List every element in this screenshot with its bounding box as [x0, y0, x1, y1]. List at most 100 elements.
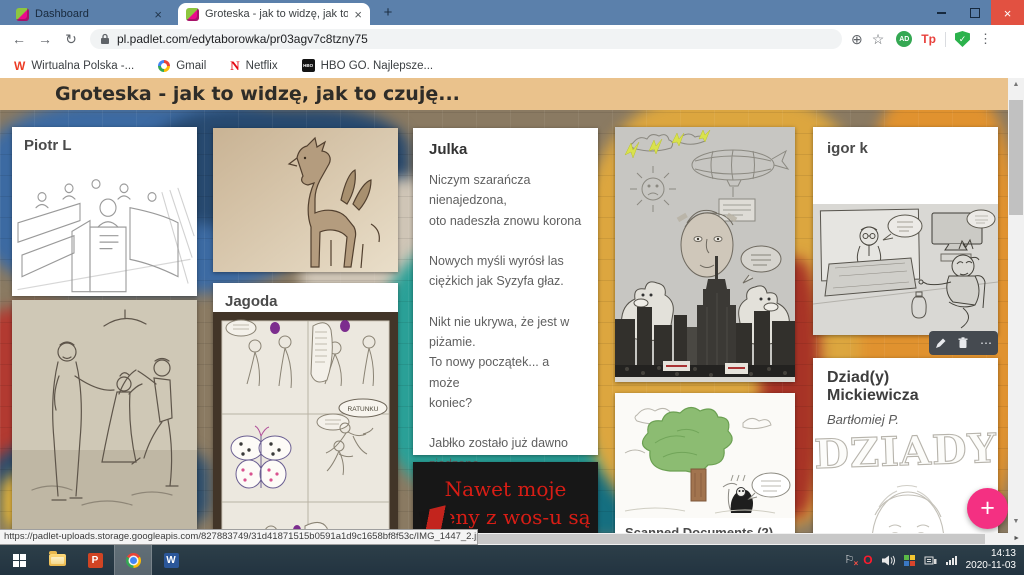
- bookmark-hbo-go[interactable]: HBO HBO GO. Najlepsze...: [302, 59, 433, 72]
- send-to-devices-icon[interactable]: ⊕: [851, 31, 863, 48]
- bookmark-label: Wirtualna Polska -...: [31, 60, 134, 72]
- classroom-cartoon-image: [813, 204, 998, 335]
- system-tray: ⚐× O 14:13 2020-11-03: [844, 548, 1024, 573]
- tab-dashboard[interactable]: Dashboard ×: [8, 3, 170, 25]
- address-bar[interactable]: pl.padlet.com/edytaborowka/pr03agv7c8tzn…: [90, 29, 842, 49]
- restore-icon: [970, 8, 980, 18]
- adblock-extension-icon[interactable]: AD: [896, 31, 912, 47]
- padlet-page: Groteska - jak to widzę, jak to czuję...…: [0, 78, 1008, 533]
- bookmark-star-icon[interactable]: ☆: [872, 31, 885, 48]
- scroll-up-arrow-icon[interactable]: ▲: [1008, 78, 1024, 92]
- toolbar-divider: [945, 32, 946, 47]
- wall-title: Groteska - jak to widzę, jak to czuję...: [55, 83, 460, 105]
- lock-icon: [100, 33, 110, 45]
- bookmark-wirtualna-polska[interactable]: W Wirtualna Polska -...: [14, 59, 134, 73]
- post-jagoda[interactable]: Jagoda: [213, 283, 398, 533]
- minimize-icon: [937, 12, 946, 14]
- url-text: pl.padlet.com/edytaborowka/pr03agv7c8tzn…: [117, 32, 368, 46]
- opera-tray-icon[interactable]: O: [863, 554, 872, 566]
- folder-icon: [49, 554, 66, 566]
- device-tray-icon[interactable]: [924, 555, 937, 566]
- add-post-button[interactable]: +: [967, 488, 1008, 529]
- post-igor[interactable]: igor k: [813, 127, 998, 335]
- hbo-favicon: HBO: [302, 59, 315, 72]
- back-button[interactable]: ←: [6, 31, 32, 47]
- post-title: Jagoda: [213, 283, 398, 312]
- post-title: Scanned Documents (2): [615, 518, 795, 533]
- browser-tab-strip: Dashboard × Groteska - jak to widzę, jak…: [0, 0, 1024, 25]
- tp-extension-icon[interactable]: Tp: [921, 32, 936, 46]
- desktop: Dashboard × Groteska - jak to widzę, jak…: [0, 0, 1024, 575]
- post-scanned-documents[interactable]: Scanned Documents (2): [615, 393, 795, 533]
- google-favicon: [158, 60, 170, 72]
- tree-drawing-image: [615, 393, 795, 518]
- app-grid-tray-icon[interactable]: [904, 555, 915, 566]
- bookmarks-bar: W Wirtualna Polska -... Gmail N Netflix …: [0, 53, 1024, 78]
- forward-button[interactable]: →: [32, 31, 58, 47]
- tab-label: Groteska - jak to widzę, jak to czu: [205, 8, 348, 20]
- tab-label: Dashboard: [35, 8, 148, 20]
- window-close-button[interactable]: ×: [991, 0, 1024, 26]
- bookmark-label: Gmail: [176, 60, 206, 72]
- post-title: Piotr L: [12, 127, 197, 156]
- clock-time: 14:13: [966, 548, 1016, 561]
- padlet-favicon: [186, 8, 199, 21]
- link-status-bar: https://padlet-uploads.storage.googleapi…: [0, 529, 478, 545]
- chrome-button[interactable]: [114, 545, 152, 575]
- scroll-right-arrow-icon[interactable]: ►: [1013, 533, 1020, 545]
- speaker-icon[interactable]: [882, 555, 895, 566]
- post-action-toolbar: ⋯: [929, 331, 998, 355]
- tab-groteska[interactable]: Groteska - jak to widzę, jak to czu ×: [178, 3, 370, 25]
- powerpoint-button[interactable]: P: [76, 545, 114, 575]
- post-piotr[interactable]: Piotr L: [12, 127, 197, 296]
- bookmark-label: Netflix: [246, 60, 278, 72]
- warsaw-collage-image: [615, 127, 795, 382]
- reload-button[interactable]: ↻: [58, 31, 84, 48]
- post-creature[interactable]: [213, 128, 398, 272]
- close-tab-icon[interactable]: ×: [354, 8, 362, 21]
- dancers-sketch-image: [12, 300, 197, 533]
- taskbar-clock[interactable]: 14:13 2020-11-03: [966, 548, 1016, 573]
- parliament-sketch-image: [12, 156, 197, 296]
- browser-toolbar: ← → ↻ pl.padlet.com/edytaborowka/pr03agv…: [0, 25, 1024, 53]
- post-dancers[interactable]: [12, 300, 197, 533]
- wall-header: Groteska - jak to widzę, jak to czuję...: [0, 78, 1008, 110]
- word-icon: W: [164, 553, 179, 568]
- window-minimize-button[interactable]: [925, 0, 958, 26]
- post-warsaw-collage[interactable]: [615, 127, 795, 382]
- file-explorer-button[interactable]: [38, 545, 76, 575]
- windows-logo-icon: [13, 554, 26, 567]
- close-tab-icon[interactable]: ×: [154, 8, 162, 21]
- ratunku-bubble-text: RATUNKU: [348, 406, 379, 413]
- start-button[interactable]: [0, 545, 38, 575]
- dziady-lettering: DZIADY: [813, 427, 997, 478]
- bookmark-label: HBO GO. Najlepsze...: [321, 60, 433, 72]
- chrome-menu-icon[interactable]: ⋮: [979, 31, 992, 47]
- post-title: Dziad(y) Mickiewicza: [813, 358, 998, 405]
- vertical-scrollbar[interactable]: ▲ ▼: [1008, 78, 1024, 533]
- window-restore-button[interactable]: [958, 0, 991, 26]
- security-shield-icon[interactable]: ✓: [955, 31, 970, 47]
- post-julka[interactable]: Julka Niczym szarańcza nienajedzona, oto…: [413, 128, 598, 455]
- post-meme[interactable]: Nawet moje oceny z wos-u są: [413, 462, 598, 533]
- windows-taskbar: P W ⚐× O: [0, 545, 1024, 575]
- post-title: Julka: [429, 141, 582, 158]
- bookmark-gmail[interactable]: Gmail: [158, 60, 206, 72]
- vertical-scrollbar-thumb[interactable]: [1009, 100, 1023, 215]
- delete-trash-icon[interactable]: [958, 337, 968, 349]
- more-options-icon[interactable]: ⋯: [980, 337, 992, 349]
- post-author: Bartłomiej P.: [813, 405, 998, 427]
- padlet-favicon: [16, 8, 29, 21]
- creature-sketch-image: [213, 128, 398, 272]
- edit-pencil-icon[interactable]: [935, 338, 946, 349]
- scroll-down-arrow-icon[interactable]: ▼: [1008, 518, 1024, 525]
- network-signal-icon[interactable]: [946, 556, 957, 565]
- chrome-icon: [126, 553, 141, 568]
- new-tab-button[interactable]: +: [377, 3, 399, 23]
- powerpoint-icon: P: [88, 553, 103, 568]
- bookmark-netflix[interactable]: N Netflix: [230, 58, 277, 74]
- post-title: igor k: [813, 127, 998, 204]
- word-button[interactable]: W: [152, 545, 190, 575]
- action-center-flag-icon[interactable]: ⚐×: [844, 555, 854, 566]
- comic-poster-image: RATUNKU: [213, 312, 398, 533]
